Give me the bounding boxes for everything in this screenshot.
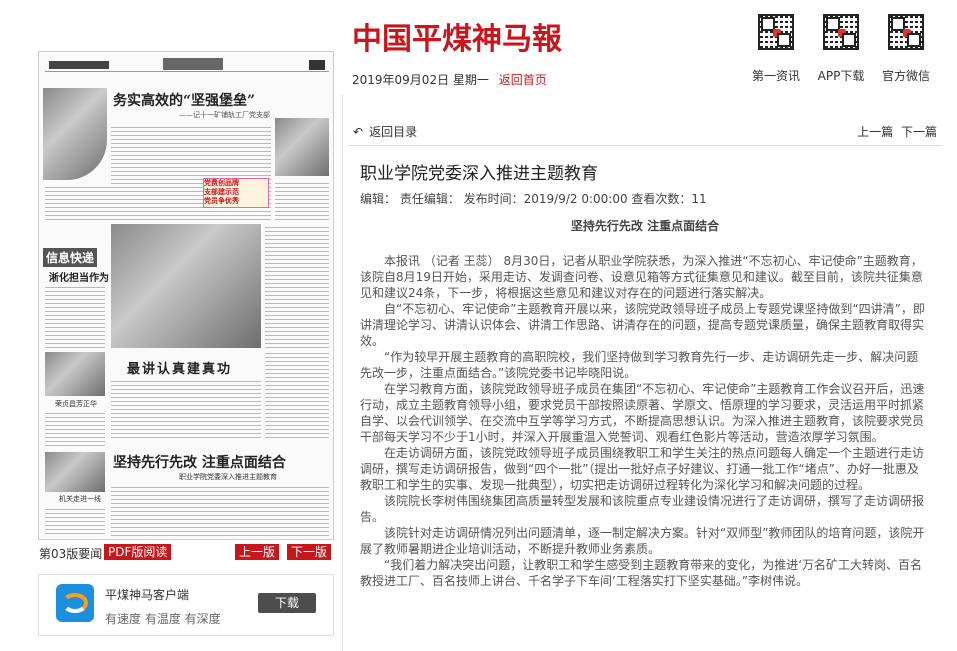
article-paragraph: 在学习教育方面，该院党政领导班子成员在集团“不忘初心、牢记使命”主题教育工作会议…	[360, 382, 925, 444]
column-divider	[342, 95, 343, 651]
article-nav: 上一篇 下一篇	[853, 123, 937, 140]
article-paragraph: “作为较早开展主题教育的高职院校，我们坚持做到学习教育先行一步、走访调研先走一步…	[360, 350, 919, 380]
qr-official-wechat[interactable]: 官方微信	[876, 14, 936, 84]
back-arrow-icon: ↶	[353, 125, 364, 139]
next-article-link[interactable]: 下一篇	[901, 125, 937, 139]
back-to-directory-link[interactable]: ↶ 返回目录	[353, 123, 417, 140]
thumb-masthead	[45, 58, 329, 72]
article-paragraph: 在走访调研方面，该院党政领导班子成员围绕教职工和学生关注的热点问题每人确定一个主…	[360, 446, 925, 492]
prev-page-button[interactable]: 上一版	[235, 544, 280, 560]
qr-label: APP下载	[817, 69, 865, 83]
article-meta: 编辑： 责任编辑： 发布时间：2019/9/2 0:00:00 查看次数：11	[360, 192, 707, 206]
header-divider	[348, 145, 942, 146]
thumb-side-caption: 荣贞昌芳正华	[55, 400, 97, 408]
app-promo-box: 平煤神马客户端 有速度 有温度 有深度 下载	[38, 574, 334, 636]
next-page-button[interactable]: 下一版	[287, 544, 332, 560]
weekday: 星期一	[452, 73, 489, 87]
qr-first-news[interactable]: 第一资讯	[746, 14, 806, 84]
article-paragraph: “我们着力解决突出问题，让教职工和学生感受到主题教育带来的变化，为推进‘万名矿工…	[360, 558, 923, 588]
thumb-text-block	[275, 180, 329, 220]
article-title: 职业学院党委深入推进主题教育	[360, 164, 598, 184]
thumb-headline-2: 最讲认真建真功	[127, 362, 233, 377]
qr-code-icon	[823, 14, 859, 50]
thumb-text-block	[45, 286, 105, 348]
article-paragraph: 自“不忘初心、牢记使命”主题教育开展以来，该院党政领导班子成员上专题党课坚持做到…	[360, 302, 925, 348]
thumb-text-block	[45, 506, 105, 534]
thumb-text-block	[265, 352, 329, 438]
newspaper-logo: 中国平煤神马報	[352, 22, 562, 57]
article-subtitle: 坚持先行先改 注重点面结合	[570, 219, 720, 233]
thumb-photo	[43, 88, 107, 180]
thumb-photo	[45, 452, 105, 492]
qr-code-icon	[758, 14, 794, 50]
thumb-headline-1: 务实高效的“坚强堡垒”	[113, 93, 256, 109]
pdf-read-button[interactable]: PDF版阅读	[104, 544, 172, 560]
qr-label: 第一资讯	[751, 69, 800, 83]
thumb-subhead-3: 职业学院党委深入推进主题教育	[179, 473, 277, 481]
thumb-side-tag: 信息快递	[43, 248, 98, 267]
date: 2019年09月02日	[352, 73, 450, 87]
article-paragraph: 本报讯 （记者 王蕊） 8月30日，记者从职业学院获悉，为深入推进“不忘初心、牢…	[360, 254, 923, 300]
thumb-subhead-1: ——记十一矿铺轨工厂党支部	[179, 111, 270, 119]
thumb-ad-box: 党费创品牌 支部建示范 党员争优秀	[203, 178, 269, 208]
app-slogan: 有速度 有温度 有深度	[105, 612, 221, 626]
thumb-text-block	[45, 410, 105, 446]
page-info: 第03版要闻	[39, 547, 103, 561]
qr-label: 官方微信	[881, 69, 930, 83]
thumb-photo	[275, 118, 329, 176]
download-button[interactable]: 下载	[258, 593, 316, 613]
thumb-side-headline: 淅化担当作为	[49, 273, 109, 284]
thumb-main-photo	[111, 224, 261, 348]
article-body: 本报讯 （记者 王蕊） 8月30日，记者从职业学院获悉，为深入推进“不忘初心、牢…	[360, 253, 928, 589]
prev-article-link[interactable]: 上一篇	[857, 125, 893, 139]
thumb-headline-3: 坚持先行先改 注重点面结合	[113, 455, 286, 471]
back-home-link[interactable]: 返回首页	[499, 73, 547, 87]
app-title: 平煤神马客户端	[105, 588, 190, 602]
thumb-text-block	[265, 224, 329, 348]
qr-code-icon	[888, 14, 924, 50]
article-paragraph: 该院院长李树伟围绕集团高质量转型发展和该院重点专业建设情况进行了走访调研，撰写了…	[360, 494, 925, 524]
app-logo-icon	[56, 584, 94, 622]
thumb-text-block	[111, 378, 261, 438]
thumb-text-block	[111, 486, 329, 536]
newspaper-page-thumbnail[interactable]: 务实高效的“坚强堡垒” ——记十一矿铺轨工厂党支部 党费创品牌 支部建示范 党员…	[38, 51, 334, 540]
thumb-photo	[45, 352, 105, 396]
thumb-side-caption-2: 机关走进一线	[59, 495, 101, 503]
qr-app-download[interactable]: APP下载	[811, 14, 871, 84]
thumb-text-block	[45, 186, 195, 220]
date-line: 2019年09月02日 星期一 返回首页	[352, 71, 547, 88]
article-paragraph: 该院针对走访调研情况列出问题清单，逐一制定解决方案。针对“双师型”教师团队的培育…	[360, 526, 925, 556]
